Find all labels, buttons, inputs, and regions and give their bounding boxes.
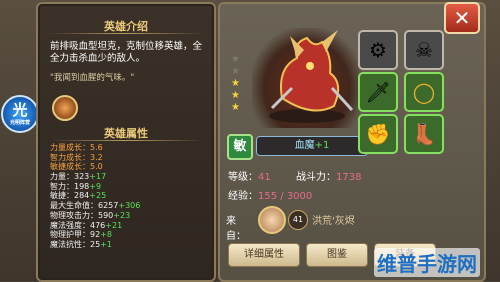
equip-slot-boots[interactable]: 👢 xyxy=(404,114,444,154)
stat-armor: 物理护甲：92+8 xyxy=(50,230,112,240)
source-level-badge: 41 xyxy=(288,210,308,230)
source-name[interactable]: 洪荒'灰烬 xyxy=(312,212,355,227)
intro-title: 英雄介绍 xyxy=(104,20,148,33)
ring-icon: ◯ xyxy=(412,80,436,104)
dagger-icon: 🗡 xyxy=(365,80,391,104)
intro-description: 前排吸血型坦克，克制位移英雄，全全力击杀血少的敌人。 xyxy=(50,41,203,64)
equip-slot-ring[interactable]: ◯ xyxy=(404,72,444,112)
hero-info-panel: 英雄介绍 前排吸血型坦克，克制位移英雄，全全力击杀血少的敌人。 "我闻到血腥的气… xyxy=(36,2,216,282)
helmet-icon: ☠ xyxy=(415,38,433,62)
equip-slot-gloves[interactable]: ✊ xyxy=(358,114,398,154)
stat-strength: 力量：323+17 xyxy=(50,172,107,182)
hero-guide-button[interactable]: 图鉴 xyxy=(306,243,368,267)
gloves-icon: ✊ xyxy=(365,122,391,146)
attributes-divider xyxy=(48,140,204,141)
stat-physical-attack: 物理攻击力：590+23 xyxy=(50,210,131,220)
boots-icon: 👢 xyxy=(411,122,437,146)
hero-emblem-icon xyxy=(52,95,78,121)
source-label: 来自： xyxy=(226,216,246,242)
attribute-list: 力量成长：5.6 智力成长：3.2 敏捷成长：5.0 力量：323+17 智力：… xyxy=(50,143,210,250)
faction-badge: 光 光明阵营 xyxy=(1,95,39,133)
close-button[interactable]: ✕ xyxy=(444,2,480,34)
equip-slot-locked-helmet[interactable]: ☠ xyxy=(404,30,444,70)
star-icon: ★ xyxy=(231,54,240,65)
intro-divider xyxy=(48,33,204,34)
star-icon: ★ xyxy=(231,90,240,101)
hero-quote: "我闻到血腥的气味。" xyxy=(50,73,135,83)
faction-label: 光明阵营 xyxy=(9,120,30,126)
star-icon: ★ xyxy=(231,102,240,113)
hero-name-bar: 血魔+1 xyxy=(256,136,368,156)
hero-power: 战斗力：1738 xyxy=(296,172,362,183)
hero-name: 血魔+1 xyxy=(294,140,330,151)
star-icon: ★ xyxy=(231,66,240,77)
hero-art-icon xyxy=(269,30,354,123)
star-icon: ★ xyxy=(231,78,240,89)
faction-char: 光 xyxy=(12,101,28,119)
growth-strength: 力量成长：5.6 xyxy=(50,143,103,152)
growth-intelligence: 智力成长：3.2 xyxy=(50,152,103,162)
stat-intelligence: 智力：198+9 xyxy=(50,181,102,191)
hero-exp: 经验：155 / 3000 xyxy=(228,191,313,202)
armor-icon: ⚙ xyxy=(369,38,387,62)
hero-portrait[interactable] xyxy=(252,28,362,128)
stat-max-hp: 最大生命值：6257+306 xyxy=(50,201,141,211)
attributes-title: 英雄属性 xyxy=(104,127,148,140)
hero-level: 等级：41 xyxy=(228,172,271,183)
stat-magic-power: 魔法强度：476+21 xyxy=(50,220,123,230)
source-avatar[interactable] xyxy=(258,206,286,234)
equip-slot-dagger[interactable]: 🗡 xyxy=(358,72,398,112)
stat-agility: 敏捷：284+25 xyxy=(50,191,107,201)
stat-magic-resist: 魔法抗性：25+1 xyxy=(50,239,112,249)
equip-slot-locked-armor[interactable]: ⚙ xyxy=(358,30,398,70)
site-watermark: 维普手游网 xyxy=(374,248,480,277)
agility-class-icon: 敏 xyxy=(227,134,253,160)
detail-attributes-button[interactable]: 详细属性 xyxy=(228,243,300,267)
growth-agility: 敏捷成长：5.0 xyxy=(50,162,103,172)
